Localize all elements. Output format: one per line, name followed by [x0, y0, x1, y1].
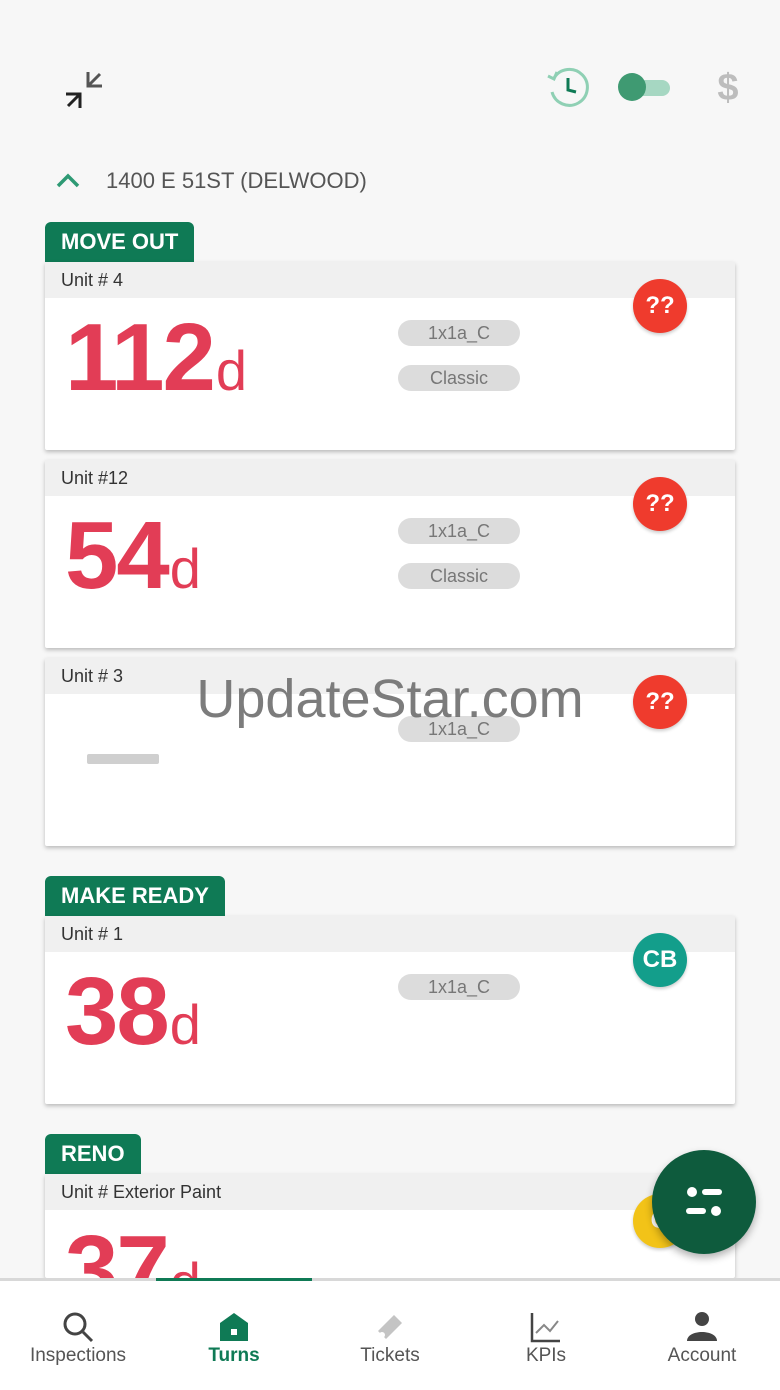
tab-turns[interactable]: Turns	[156, 1281, 312, 1387]
cost-button[interactable]: $	[708, 64, 748, 112]
collapse-arrows-icon	[66, 72, 102, 108]
bottom-tab-bar: Inspections Turns Tickets KPIs Account	[0, 1278, 780, 1390]
unit-label: Unit # Exterior Paint	[45, 1174, 735, 1210]
filter-sliders-icon	[686, 1187, 722, 1216]
tab-inspections[interactable]: Inspections	[0, 1281, 156, 1387]
unit-label: Unit # 4	[45, 262, 735, 298]
collapse-button[interactable]	[62, 68, 106, 112]
turn-card[interactable]: Unit #12 54d 1x1a_C Classic ??	[45, 460, 735, 648]
person-icon	[687, 1312, 717, 1341]
days-counter: 37d	[65, 1216, 201, 1279]
style-pill: Classic	[398, 365, 520, 391]
turn-card[interactable]: Unit # 1 38d 1x1a_C CB	[45, 916, 735, 1104]
search-icon	[63, 1312, 94, 1343]
floorplan-pill: 1x1a_C	[398, 320, 520, 346]
floorplan-pill: 1x1a_C	[398, 518, 520, 544]
tab-label: Tickets	[360, 1345, 420, 1366]
days-counter: 54d	[65, 502, 201, 609]
days-counter: 112d	[65, 304, 247, 411]
property-header[interactable]: 1400 E 51ST (DELWOOD)	[52, 160, 752, 202]
tab-tickets[interactable]: Tickets	[312, 1281, 468, 1387]
tab-account[interactable]: Account	[624, 1281, 780, 1387]
days-counter: 38d	[65, 958, 201, 1065]
assignee-avatar[interactable]: ??	[633, 477, 687, 531]
toolbar: $	[0, 60, 780, 120]
ticket-icon	[378, 1315, 402, 1339]
tab-label: KPIs	[525, 1345, 567, 1366]
turn-card[interactable]: Unit # Exterior Paint 37d G	[45, 1174, 735, 1278]
status-bar	[0, 0, 780, 40]
chevron-up-icon	[56, 173, 80, 188]
floorplan-pill: 1x1a_C	[398, 974, 520, 1000]
section-tag-move-out: MOVE OUT	[45, 222, 195, 262]
filter-fab[interactable]	[652, 1150, 756, 1254]
tab-kpis[interactable]: KPIs	[468, 1281, 624, 1387]
tab-label: Turns	[208, 1345, 260, 1366]
assignee-avatar[interactable]: CB	[633, 933, 687, 987]
home-icon	[220, 1313, 248, 1341]
turn-card[interactable]: Unit # 4 112d 1x1a_C Classic ??	[45, 262, 735, 450]
history-clock-icon	[547, 67, 589, 107]
style-pill: Classic	[398, 563, 520, 589]
section-tag-make-ready: MAKE READY	[45, 876, 225, 916]
chart-line-icon	[530, 1313, 560, 1343]
toggle-knob	[618, 73, 646, 101]
view-toggle[interactable]	[618, 73, 670, 101]
section-tag-reno: RENO	[45, 1134, 141, 1174]
unit-label: Unit # 3	[45, 658, 735, 694]
unit-label: Unit # 1	[45, 916, 735, 952]
property-name: 1400 E 51ST (DELWOOD)	[106, 168, 367, 193]
floorplan-pill: 1x1a_C	[398, 716, 520, 742]
tab-label: Account	[667, 1345, 737, 1366]
no-days-dash	[87, 754, 159, 764]
assignee-avatar[interactable]: ??	[633, 675, 687, 729]
turn-card[interactable]: Unit # 3 1x1a_C ??	[45, 658, 735, 846]
assignee-avatar[interactable]: ??	[633, 279, 687, 333]
history-button[interactable]	[544, 64, 592, 112]
tab-label: Inspections	[29, 1345, 127, 1366]
unit-label: Unit #12	[45, 460, 735, 496]
